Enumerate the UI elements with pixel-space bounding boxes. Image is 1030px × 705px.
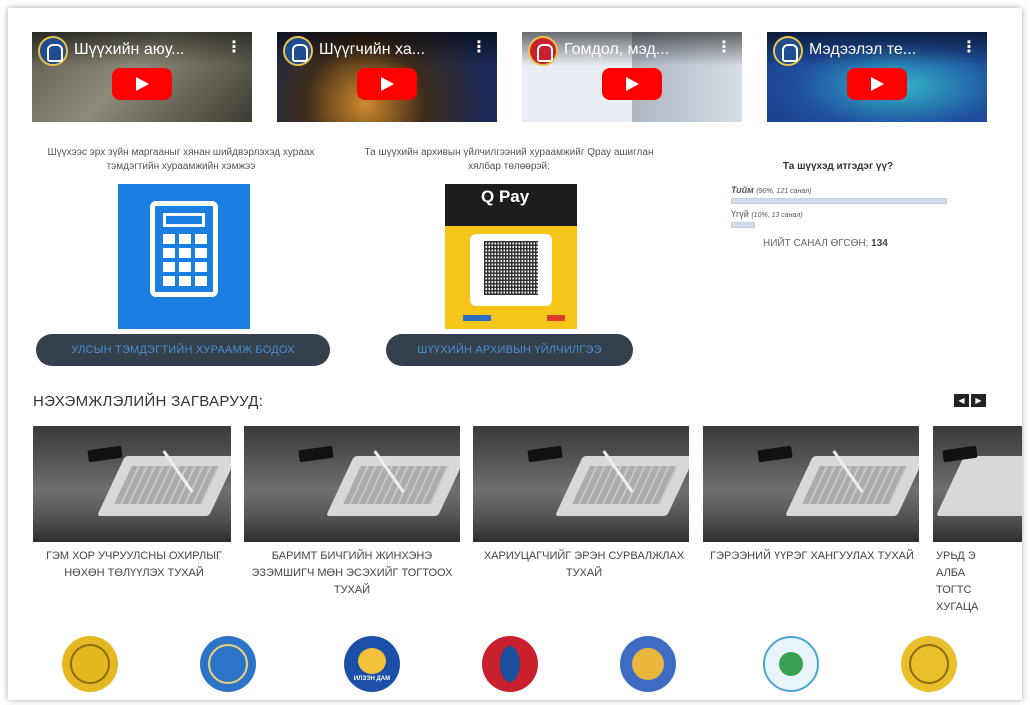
template-title[interactable]: УРЬД Э АЛБА ТОГТС ХУГАЦА xyxy=(936,548,996,616)
poll-question: Та шүүхэд итгэдэг үү? xyxy=(782,161,894,172)
poll-option-detail: (10%, 13 санал) xyxy=(751,212,803,219)
more-options-icon[interactable]: ⋮ xyxy=(961,40,977,56)
poll-option-detail: (90%, 121 санал) xyxy=(756,188,812,195)
poll-option-no[interactable]: Үгүй (10%, 13 санал) xyxy=(731,209,803,219)
template-card-image[interactable] xyxy=(933,426,1022,542)
poll-bar-no xyxy=(731,222,755,228)
mongolia-emblem-logo[interactable]: ИЛЗЭН ДАМ xyxy=(344,636,400,692)
poll-option-label: Тийм xyxy=(731,185,754,195)
page-frame: Шүүхийн аюу... ⋮ Шүүгчийн ха... ⋮ Гомдол… xyxy=(8,8,1022,700)
play-button-icon[interactable] xyxy=(357,68,417,100)
video-title: Шүүхийн аюу... xyxy=(74,41,185,58)
carousel-next-icon[interactable]: ▶ xyxy=(971,394,986,407)
qr-code xyxy=(470,234,552,306)
video-thumbnail-2[interactable]: Шүүгчийн ха... ⋮ xyxy=(277,32,497,122)
template-title[interactable]: ХАРИУЦАГЧИЙГ ЭРЭН СУРВАЛЖЛАХ ТУХАЙ xyxy=(478,548,690,582)
calculator-icon[interactable] xyxy=(118,184,250,329)
more-options-icon[interactable]: ⋮ xyxy=(716,40,732,56)
court-scales-logo[interactable] xyxy=(62,636,118,692)
video-title: Шүүгчийн ха... xyxy=(319,41,426,58)
poll-bar-yes xyxy=(731,198,947,204)
channel-avatar-icon xyxy=(528,36,558,66)
template-card-image[interactable] xyxy=(703,426,919,542)
ministry-globe-logo[interactable] xyxy=(763,636,819,692)
judicial-council-logo[interactable] xyxy=(200,636,256,692)
templates-heading: НЭХЭМЖЛЭЛИЙН ЗАГВАРУУД: xyxy=(33,393,264,410)
qpay-qr-image[interactable]: Q Pay xyxy=(445,184,577,329)
carousel-prev-icon[interactable]: ◀ xyxy=(954,394,969,407)
archive-service-button[interactable]: ШҮҮХИЙН АРХИВЫН ҮЙЛЧИЛГЭЭ xyxy=(386,334,633,366)
carousel-controls: ◀ ▶ xyxy=(954,394,986,407)
qpay-logo: Q Pay xyxy=(481,187,530,206)
more-options-icon[interactable]: ⋮ xyxy=(471,40,487,56)
archive-caption: Та шүүхийн архивын үйлчилгээний хураамжи… xyxy=(364,147,654,172)
poll-total-value: 134 xyxy=(871,238,888,249)
template-card-image[interactable] xyxy=(33,426,231,542)
logo-label: ИЛЗЭН ДАМ xyxy=(353,676,391,682)
video-thumbnail-3[interactable]: Гомдол, мэд... ⋮ xyxy=(522,32,742,122)
template-card-image[interactable] xyxy=(244,426,460,542)
template-title[interactable]: ГЭРЭЭНИЙ ҮҮРЭГ ХАНГУУЛАХ ТУХАЙ xyxy=(706,548,918,565)
soyombo-logo[interactable] xyxy=(482,636,538,692)
poll-option-yes[interactable]: Тийм (90%, 121 санал) xyxy=(731,185,812,195)
play-button-icon[interactable] xyxy=(602,68,662,100)
court-scales-gold-logo[interactable] xyxy=(901,636,957,692)
poll-option-label: Үгүй xyxy=(731,209,749,219)
play-button-icon[interactable] xyxy=(847,68,907,100)
template-title[interactable]: ГЭМ ХОР УЧРУУЛСНЫ ОХИРЛЫГ НӨХӨН ТӨЛҮҮЛЭХ… xyxy=(36,548,232,582)
template-card-image[interactable] xyxy=(473,426,689,542)
channel-avatar-icon xyxy=(38,36,68,66)
state-emblem-logo[interactable] xyxy=(620,636,676,692)
video-thumbnail-4[interactable]: Мэдээлэл те... ⋮ xyxy=(767,32,987,122)
video-thumbnail-1[interactable]: Шүүхийн аюу... ⋮ xyxy=(32,32,252,122)
poll-total: НИЙТ САНАЛ ӨГСӨН: 134 xyxy=(763,238,888,249)
play-button-icon[interactable] xyxy=(112,68,172,100)
fee-calc-caption: Шүүхээс эрх зүйн маргааныг хянан шийдвэр… xyxy=(47,147,315,172)
template-title[interactable]: БАРИМТ БИЧГИЙН ЖИНХЭНЭ ЭЗЭМШИГЧ МӨН ЭСЭХ… xyxy=(246,548,458,599)
poll-total-label: НИЙТ САНАЛ ӨГСӨН: xyxy=(763,238,869,249)
channel-avatar-icon xyxy=(773,36,803,66)
channel-avatar-icon xyxy=(283,36,313,66)
more-options-icon[interactable]: ⋮ xyxy=(226,40,242,56)
video-title: Мэдээлэл те... xyxy=(809,41,917,58)
video-title: Гомдол, мэд... xyxy=(564,41,670,58)
state-fee-calc-button[interactable]: УЛСЫН ТЭМДЭГТИЙН ХУРААМЖ БОДОХ xyxy=(36,334,330,366)
